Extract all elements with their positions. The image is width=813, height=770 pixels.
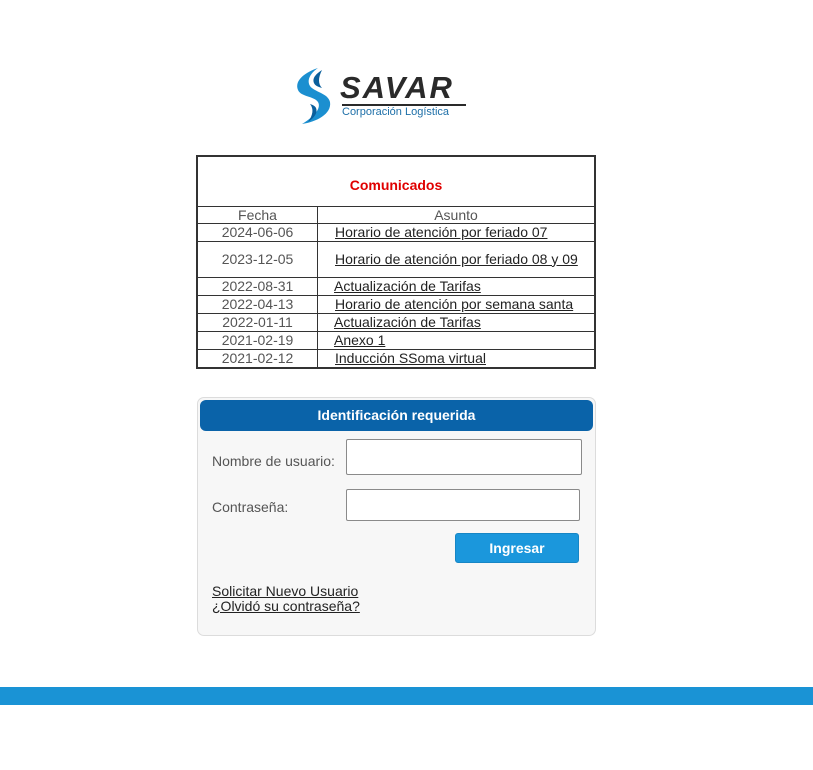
row-date: 2021-02-12 — [196, 348, 318, 368]
comunicados-title: Comunicados — [349, 177, 443, 194]
table-row: 2021-02-12 Inducción SSoma virtual — [196, 348, 596, 368]
page: SAVAR Corporación Logística Comunicados … — [0, 0, 813, 770]
comunicados-title-cell: Comunicados — [196, 155, 596, 207]
table-row: 2022-01-11 Actualización de Tarifas — [196, 312, 596, 332]
forgot-password-link[interactable]: ¿Olvidó su contraseña? — [212, 599, 360, 614]
table-row: 2024-06-06 Horario de atención por feria… — [196, 222, 596, 242]
footer-bar — [0, 687, 813, 705]
row-subject: Horario de atención por semana santa — [317, 294, 596, 314]
login-button[interactable]: Ingresar — [455, 533, 579, 563]
row-subject: Anexo 1 — [317, 330, 596, 350]
row-subject: Inducción SSoma virtual — [317, 348, 596, 368]
logo-wordmark: SAVAR — [340, 70, 454, 105]
table-row: 2022-08-31 Actualización de Tarifas — [196, 276, 596, 296]
table-header-row: Fecha Asunto — [196, 205, 596, 224]
header-fecha: Fecha — [196, 205, 318, 224]
comunicado-link[interactable]: Horario de atención por feriado 07 — [335, 224, 547, 240]
comunicado-link[interactable]: Actualización de Tarifas — [334, 278, 481, 294]
comunicados-table: Comunicados Fecha Asunto 2024-06-06 Hora… — [196, 155, 596, 369]
logo-tagline: Corporación Logística — [342, 106, 450, 118]
row-subject: Horario de atención por feriado 08 y 09 — [317, 240, 596, 278]
row-date: 2024-06-06 — [196, 222, 318, 242]
table-row: 2023-12-05 Horario de atención por feria… — [196, 240, 596, 278]
row-subject: Actualización de Tarifas — [317, 312, 596, 332]
row-date: 2022-04-13 — [196, 294, 318, 314]
header-asunto: Asunto — [317, 205, 596, 224]
table-row: 2022-04-13 Horario de atención por seman… — [196, 294, 596, 314]
login-panel: Identificación requerida Nombre de usuar… — [197, 397, 596, 636]
row-subject: Horario de atención por feriado 07 — [317, 222, 596, 242]
comunicado-link[interactable]: Horario de atención por feriado 08 y 09 — [335, 251, 578, 267]
row-date: 2022-08-31 — [196, 276, 318, 296]
password-label: Contraseña: — [212, 499, 289, 515]
row-subject: Actualización de Tarifas — [317, 276, 596, 296]
savar-logo: SAVAR Corporación Logística — [288, 66, 470, 126]
comunicado-link[interactable]: Horario de atención por semana santa — [335, 296, 573, 312]
comunicado-link[interactable]: Actualización de Tarifas — [334, 314, 481, 330]
row-date: 2023-12-05 — [196, 240, 318, 278]
username-label: Nombre de usuario: — [212, 453, 335, 469]
username-input[interactable] — [346, 439, 582, 475]
request-new-user-link[interactable]: Solicitar Nuevo Usuario — [212, 584, 358, 599]
login-header: Identificación requerida — [200, 400, 593, 431]
password-input[interactable] — [346, 489, 580, 521]
row-date: 2022-01-11 — [196, 312, 318, 332]
comunicado-link[interactable]: Anexo 1 — [334, 332, 385, 348]
comunicado-link[interactable]: Inducción SSoma virtual — [335, 350, 486, 366]
table-row: 2021-02-19 Anexo 1 — [196, 330, 596, 350]
row-date: 2021-02-19 — [196, 330, 318, 350]
savar-swoosh-icon — [297, 68, 331, 124]
